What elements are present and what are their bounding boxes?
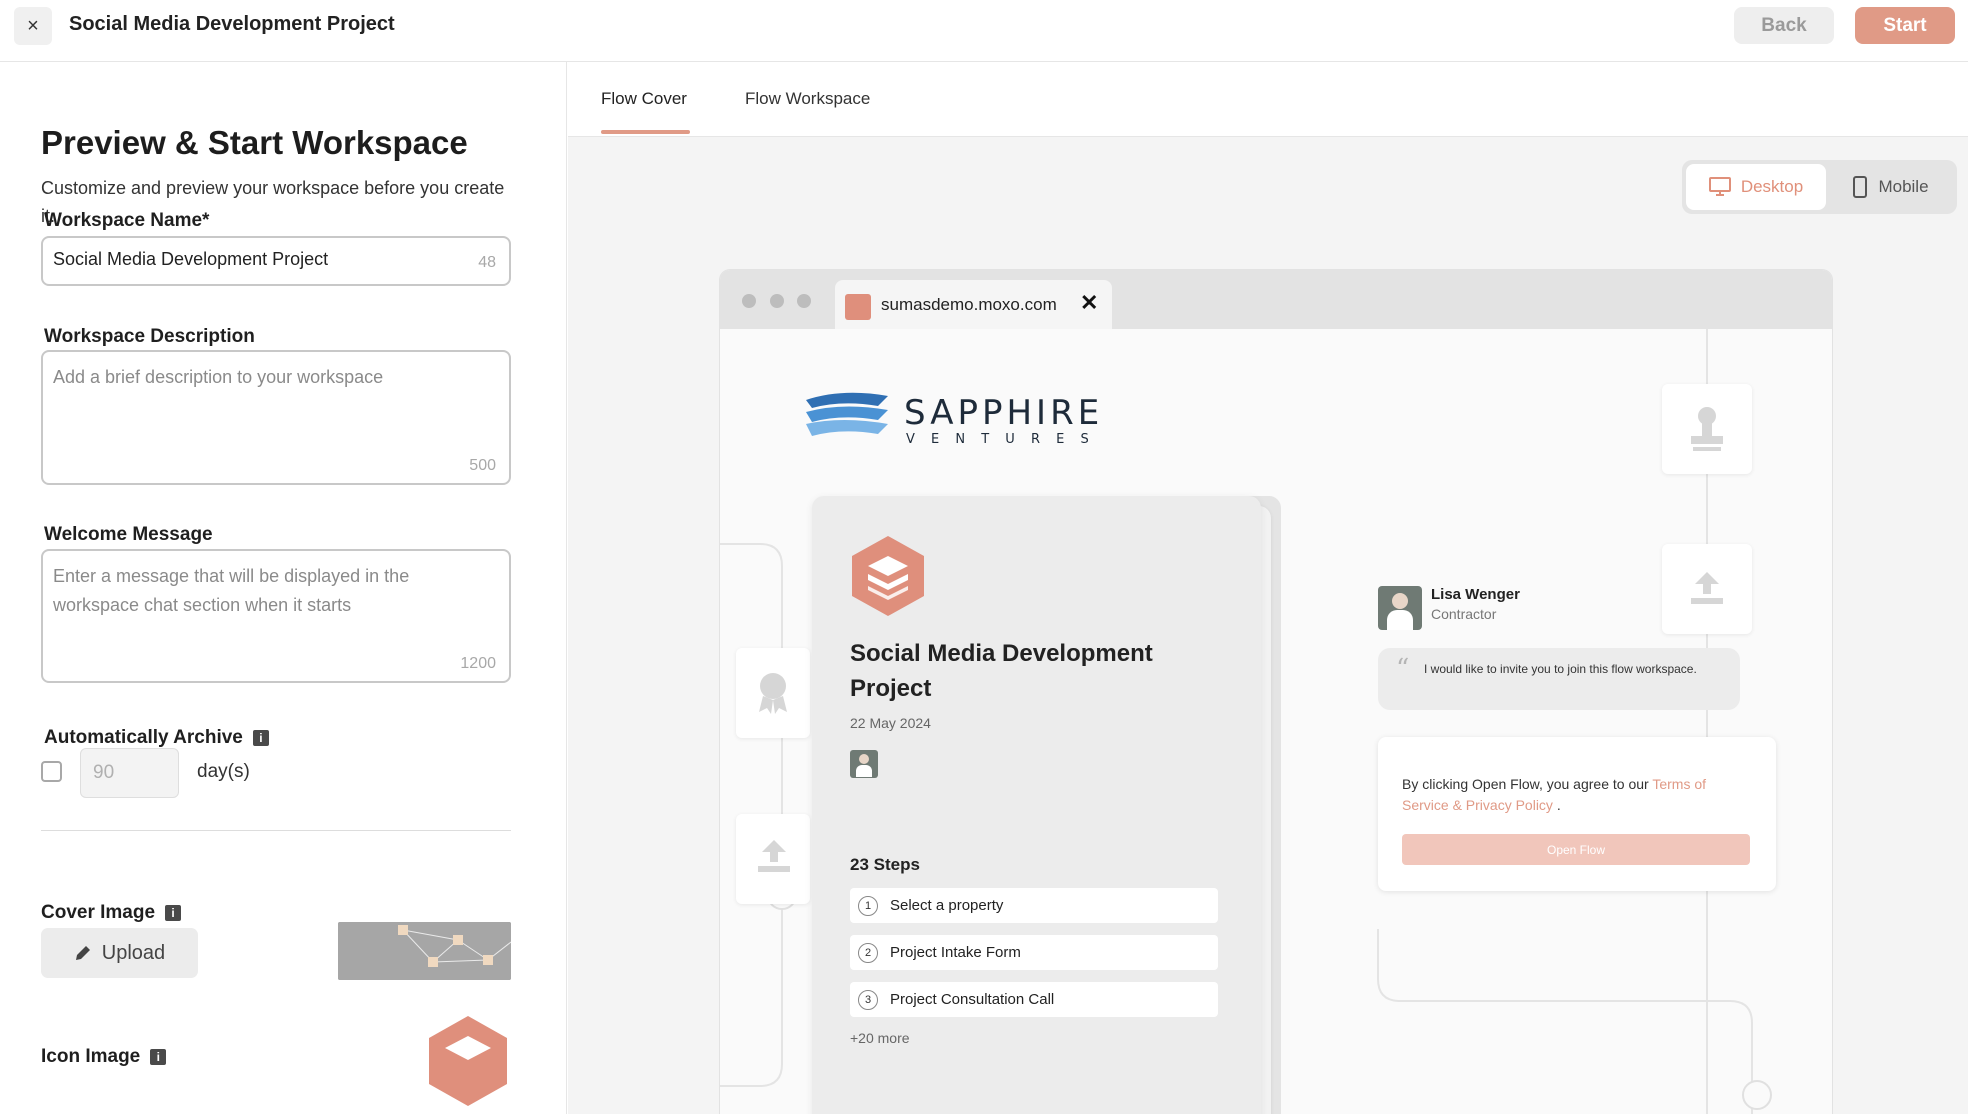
sapphire-logo: SAPPHIRE V E N T U R E S: [806, 392, 1103, 447]
upload-label: Upload: [101, 941, 166, 964]
desktop-toggle-button[interactable]: Desktop: [1686, 164, 1826, 210]
upload-icon: [1691, 572, 1723, 604]
browser-tab: sumasdemo.moxo.com ✕: [835, 280, 1112, 329]
inviter-name: Lisa Wenger: [1431, 586, 1520, 603]
agreement-suffix: .: [1552, 797, 1561, 813]
close-icon: ✕: [1080, 290, 1099, 315]
info-icon[interactable]: i: [252, 730, 269, 746]
window-dot: [770, 294, 784, 308]
workspace-name-label: Workspace Name*: [44, 210, 210, 231]
svg-text:SAPPHIRE: SAPPHIRE: [904, 393, 1103, 433]
browser-preview: sumasdemo.moxo.com ✕ SAPPHIRE V E N T U …: [720, 270, 1832, 1114]
step-item: 2 Project Intake Form: [850, 935, 1218, 970]
back-button[interactable]: Back: [1734, 7, 1834, 44]
more-steps: +20 more: [850, 1030, 910, 1046]
avatar: [850, 750, 878, 778]
step-number: 3: [858, 989, 878, 1010]
icon-image-thumbnail: [425, 1010, 511, 1114]
close-icon: ×: [27, 14, 39, 37]
mobile-icon: [1853, 176, 1868, 198]
upload-icon: [758, 840, 790, 872]
welcome-message-count: 1200: [460, 655, 496, 672]
archive-days-unit: day(s): [197, 761, 250, 782]
open-flow-button[interactable]: Open Flow: [1402, 834, 1750, 865]
auto-archive-checkbox[interactable]: [41, 761, 62, 782]
welcome-message-placeholder: Enter a message that will be displayed i…: [53, 566, 410, 615]
workspace-description-count: 500: [469, 457, 496, 474]
tab-flow-cover[interactable]: Flow Cover: [601, 89, 687, 109]
step-item: 1 Select a property: [850, 888, 1218, 923]
mobile-toggle-button[interactable]: Mobile: [1828, 164, 1953, 210]
flow-cover-card: Social Media Development Project 22 May …: [812, 496, 1261, 1114]
workspace-description-label: Workspace Description: [44, 326, 255, 347]
step-label: Select a property: [890, 897, 1004, 914]
cover-image-label: Cover Image i: [41, 902, 182, 924]
upload-step-box-right: [1662, 544, 1752, 634]
window-dot: [797, 294, 811, 308]
device-toggle: Desktop Mobile: [1682, 160, 1957, 214]
preview-tabs: Flow Cover Flow Workspace: [568, 62, 1968, 137]
stamp-step-box: [1662, 384, 1752, 474]
agreement-text: By clicking Open Flow, you agree to our …: [1402, 774, 1752, 816]
svg-text:V E N T U R E S: V E N T U R E S: [906, 432, 1095, 447]
section-divider: [41, 830, 511, 831]
stamp-icon: [1691, 407, 1723, 451]
welcome-message-input[interactable]: Enter a message that will be displayed i…: [41, 549, 511, 683]
info-icon[interactable]: i: [150, 1049, 167, 1065]
auto-archive-label: Automatically Archive i: [44, 727, 269, 749]
browser-bar: sumasdemo.moxo.com ✕: [720, 270, 1832, 329]
start-button[interactable]: Start: [1855, 7, 1955, 44]
icon-image-text: Icon Image: [41, 1046, 141, 1067]
archive-days-input[interactable]: 90: [80, 748, 179, 798]
page-title: Social Media Development Project: [69, 13, 395, 35]
desktop-icon: [1708, 177, 1731, 196]
step-label: Project Intake Form: [890, 944, 1021, 961]
step-number: 2: [858, 942, 878, 963]
award-step-box: [736, 648, 810, 738]
upload-cover-button[interactable]: Upload: [41, 928, 198, 978]
award-icon: [759, 673, 787, 714]
active-tab-indicator: [601, 130, 690, 134]
upload-step-box: [736, 814, 810, 904]
mobile-label: Mobile: [1878, 177, 1929, 196]
browser-url: sumasdemo.moxo.com: [881, 295, 1057, 314]
welcome-message-label: Welcome Message: [44, 524, 213, 545]
step-label: Project Consultation Call: [890, 991, 1055, 1008]
inviter-role: Contractor: [1431, 606, 1497, 622]
open-flow-panel: By clicking Open Flow, you agree to our …: [1378, 737, 1776, 891]
quote-icon: “: [1396, 654, 1410, 684]
auto-archive-text: Automatically Archive: [44, 727, 243, 748]
workspace-description-input[interactable]: Add a brief description to your workspac…: [41, 350, 511, 485]
info-icon[interactable]: i: [165, 905, 182, 921]
icon-image-label: Icon Image i: [41, 1046, 167, 1068]
step-number: 1: [858, 895, 878, 916]
flow-icon: [852, 536, 924, 616]
desktop-label: Desktop: [1740, 177, 1804, 196]
favicon: [845, 294, 871, 320]
workspace-name-count: 48: [478, 254, 496, 271]
invite-message: I would like to invite you to join this …: [1424, 662, 1697, 676]
top-bar: × Social Media Development Project Back …: [0, 0, 1968, 62]
tab-flow-workspace[interactable]: Flow Workspace: [745, 89, 870, 109]
flow-title: Social Media Development Project: [850, 640, 1153, 702]
workspace-description-placeholder: Add a brief description to your workspac…: [53, 367, 384, 387]
cover-image-text: Cover Image: [41, 902, 156, 923]
cover-image-thumbnail: [338, 922, 511, 980]
workspace-name-value: Social Media Development Project: [53, 249, 329, 269]
window-dot: [742, 294, 756, 308]
step-item: 3 Project Consultation Call: [850, 982, 1218, 1017]
close-button[interactable]: ×: [14, 7, 52, 45]
settings-panel: Preview & Start Workspace Customize and …: [0, 62, 567, 1114]
agreement-lead: By clicking Open Flow, you agree to our: [1402, 776, 1653, 792]
flow-date: 22 May 2024: [850, 715, 931, 731]
inviter-avatar: [1378, 586, 1422, 630]
steps-title: 23 Steps: [850, 855, 920, 874]
pencil-icon: [75, 946, 90, 960]
invite-message-bubble: “ I would like to invite you to join thi…: [1378, 648, 1740, 710]
workspace-name-input[interactable]: Social Media Development Project 48: [41, 236, 511, 286]
panel-title: Preview & Start Workspace: [41, 124, 468, 161]
